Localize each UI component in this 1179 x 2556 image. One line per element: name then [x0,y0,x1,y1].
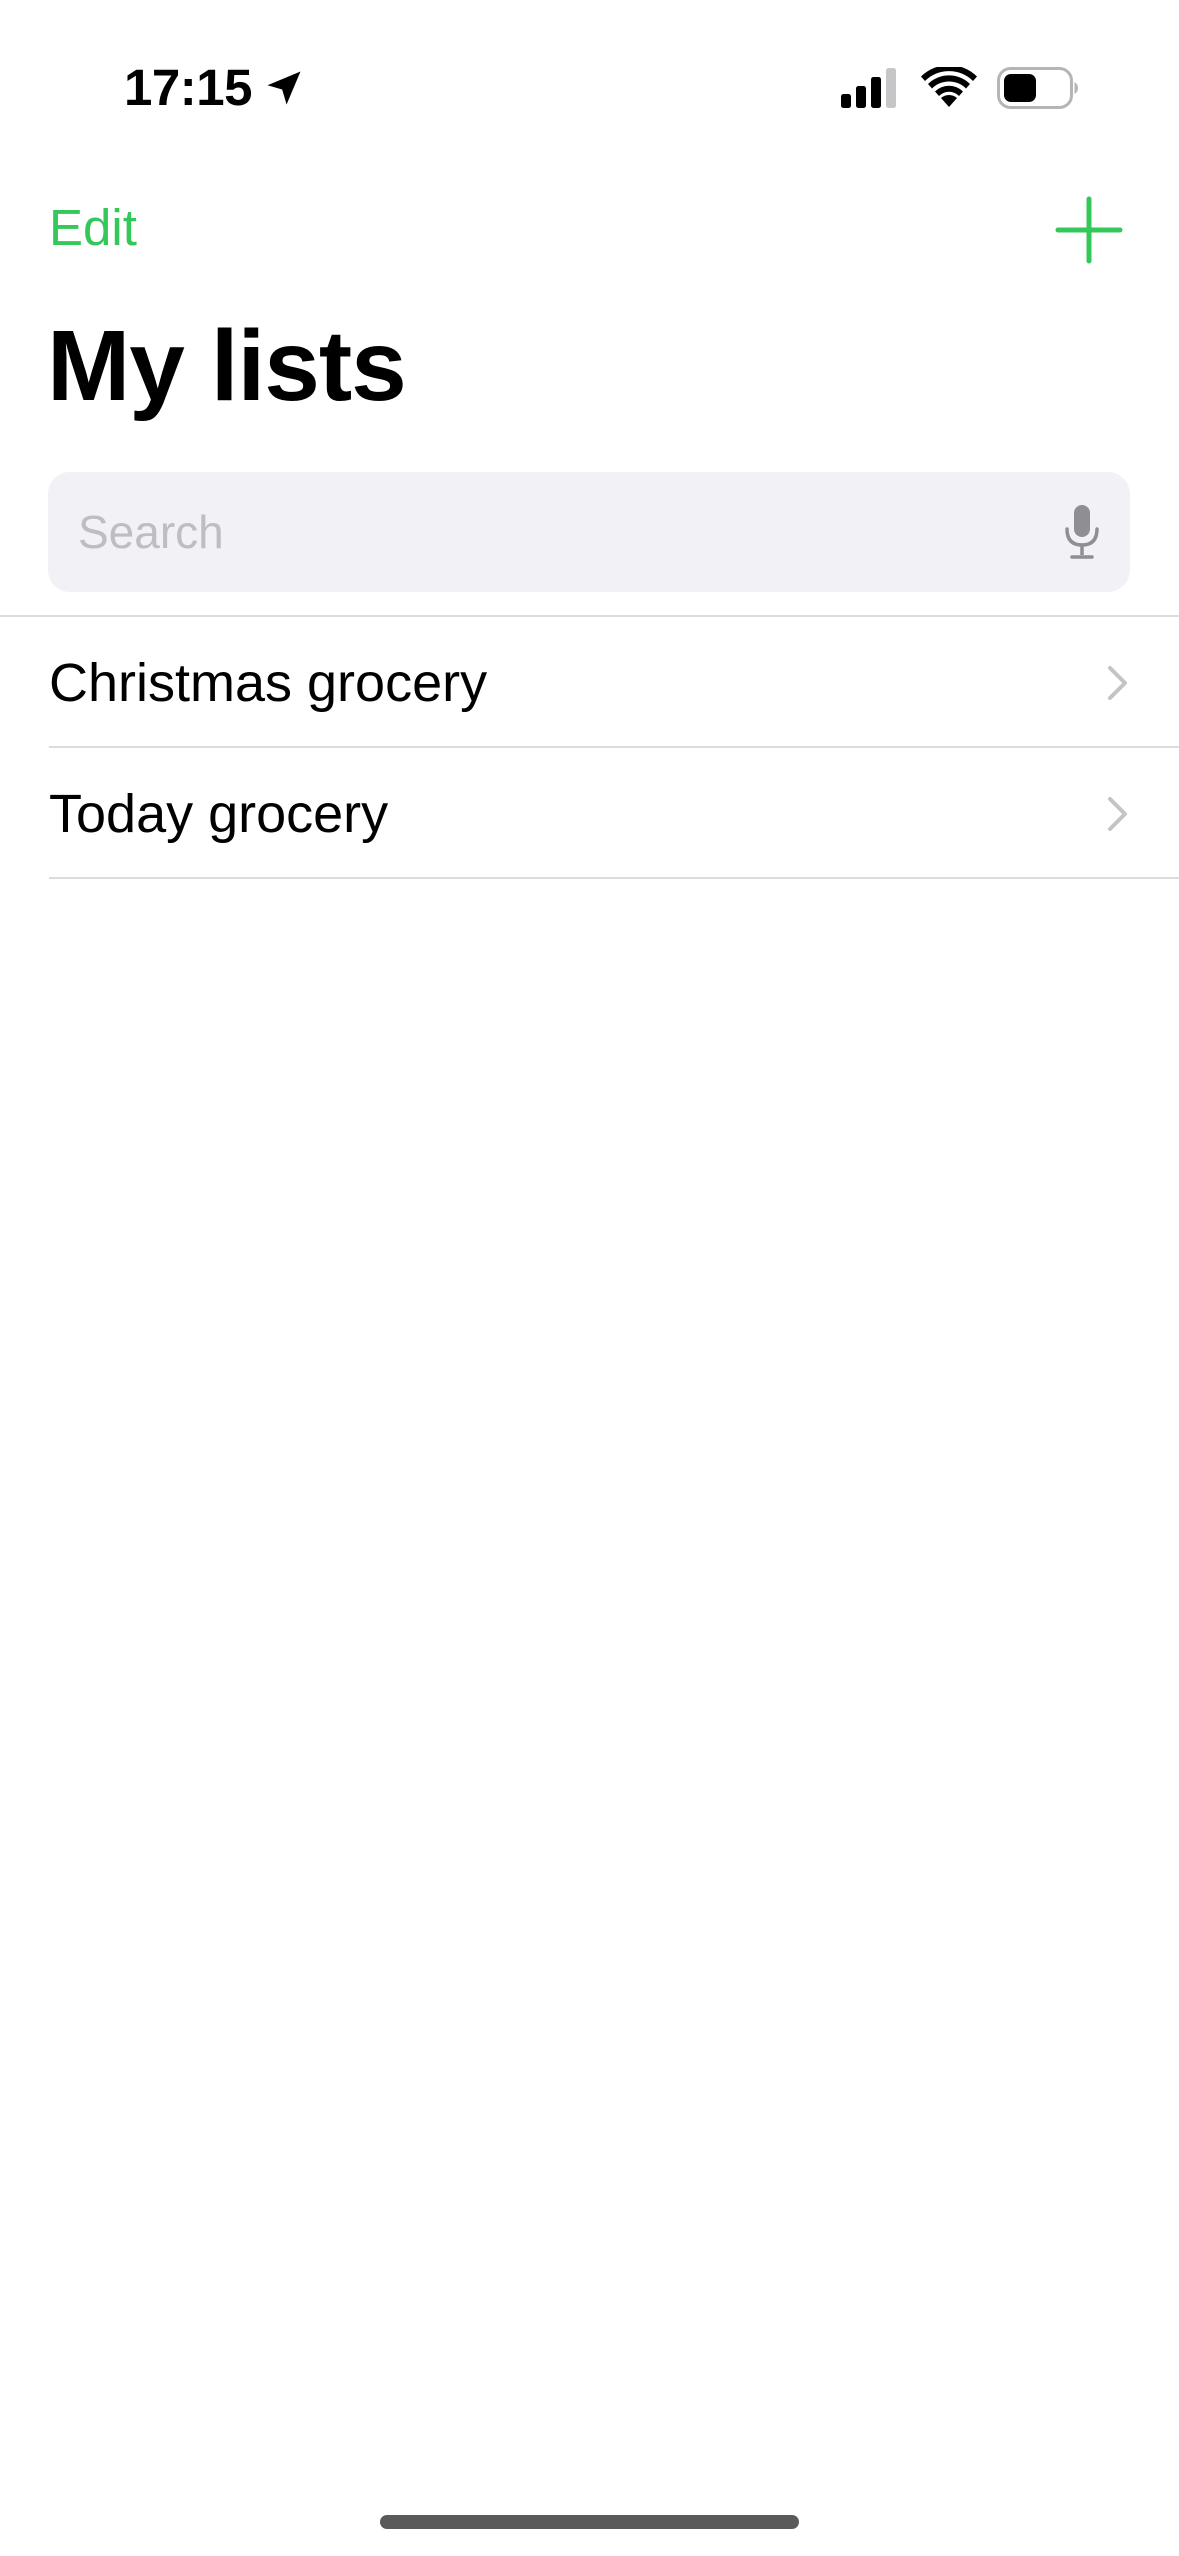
row-divider [49,877,1179,879]
status-bar: 17:15 [0,0,1179,150]
chevron-right-icon [1108,796,1127,831]
search-bar[interactable] [48,472,1130,592]
edit-button[interactable]: Edit [49,196,137,260]
list-item[interactable]: Today grocery [0,748,1179,879]
page-title: My lists [47,310,407,422]
microphone-icon[interactable] [1062,503,1102,561]
list-item-label: Today grocery [49,783,389,844]
status-time-group: 17:15 [124,56,306,120]
plus-icon[interactable] [1054,195,1124,265]
lists-table: Christmas grocery Today grocery [0,617,1179,879]
home-indicator[interactable] [380,2515,799,2529]
chevron-right-icon [1108,665,1127,700]
status-time: 17:15 [124,59,252,116]
battery-icon [997,67,1078,109]
location-arrow-icon [267,71,301,105]
search-input[interactable] [78,505,1062,559]
cellular-signal-icon [841,68,896,108]
status-indicators [841,62,1079,114]
wifi-icon [921,67,977,107]
